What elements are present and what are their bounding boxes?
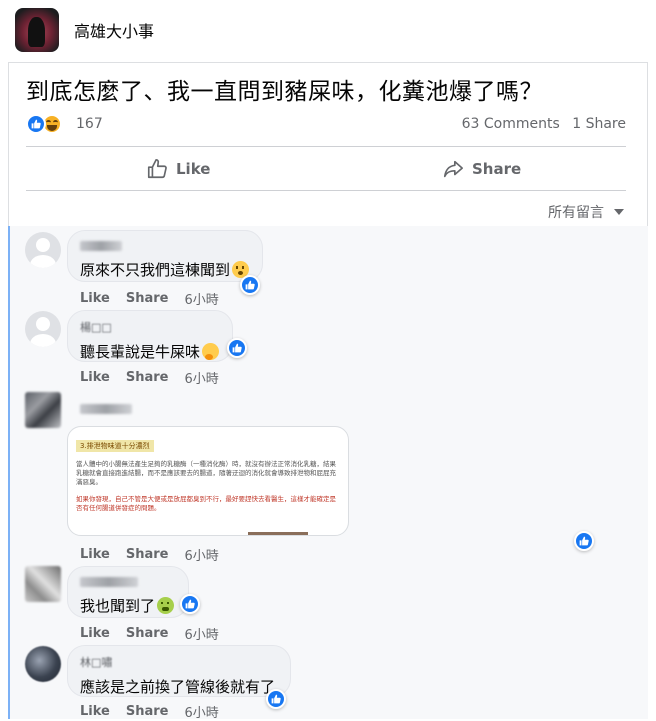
comment-like-reaction-icon[interactable] [574,531,594,551]
stats-divider [26,146,626,147]
image-paragraph: 當人體中的小腸無法產生足夠的乳糖酶（一種消化酶）時，就沒有辦法正常消化乳糖，結果… [76,460,336,486]
comment-meta: Like Share 6小時 [80,368,219,387]
thumbs-up-icon [147,159,167,179]
chevron-down-icon [614,209,624,215]
actions-divider [26,190,626,191]
comment-author[interactable]: 楊□□ [80,319,220,335]
comment-time[interactable]: 6小時 [184,289,218,308]
page-header: 高雄大小事 [0,0,656,62]
comment-meta: Like Share 6小時 [80,545,219,564]
comment-text: 我也聞到了 [80,597,175,615]
comment-avatar[interactable] [25,311,61,347]
comment-sort-dropdown[interactable]: 所有留言 [548,202,624,222]
comment-author[interactable] [80,577,138,587]
comment-text: 原來不只我們這棟聞到 [80,261,250,279]
comment-author[interactable] [80,241,122,251]
comment-like-reaction-icon[interactable] [227,338,247,358]
post-actions: Like Share [26,148,626,190]
header-divider [8,62,648,63]
comment-share-link[interactable]: Share [126,291,169,306]
post-title: 到底怎麼了、我一直問到豬屎味，化糞池爆了嗎？ [26,79,543,105]
sort-label: 所有留言 [548,205,604,221]
share-label: Share [472,160,522,178]
comment-avatar[interactable] [25,566,61,602]
comment-like-link[interactable]: Like [80,370,110,385]
comment-like-reaction-icon[interactable] [266,689,286,709]
comments-count[interactable]: 63 Comments [462,116,560,132]
comment-meta: Like Share 6小時 [80,289,219,308]
image-paragraph-warning: 如果你發現，自己不管是大便或是放屁都臭到不行，最好要趕快去看醫生，這樣才能確定是… [76,495,336,512]
comment-share-link[interactable]: Share [126,547,169,562]
comment-text: 應該是之前換了管線後就有了 [80,678,276,696]
like-button[interactable]: Like [146,148,210,190]
page-name[interactable]: 高雄大小事 [74,18,154,42]
comment-time[interactable]: 6小時 [184,624,218,643]
comment-bubble: 楊□□ 聽長輩說是牛屎味 [67,310,233,362]
like-reaction-icon[interactable] [26,114,46,134]
comment-like-reaction-icon[interactable] [240,275,260,295]
comment-bubble: 原來不只我們這棟聞到 [67,230,263,282]
comment-bubble: 林□嘯 應該是之前換了管線後就有了 [67,645,291,697]
comment-time[interactable]: 6小時 [184,368,218,387]
comment-share-link[interactable]: Share [126,370,169,385]
comment-time[interactable]: 6小時 [184,702,218,721]
comment-meta: Like Share 6小時 [80,702,219,721]
reaction-count[interactable]: 167 [76,116,103,132]
comment-text: 聽長輩說是牛屎味 [80,343,220,361]
comment-meta: Like Share 6小時 [80,624,219,643]
thinking-emoji-icon [202,343,220,360]
page-avatar[interactable] [15,8,59,52]
comment-like-link[interactable]: Like [80,291,110,306]
comment-author[interactable] [80,404,132,414]
share-icon [443,160,463,178]
comment-like-link[interactable]: Like [80,547,110,562]
comment-like-link[interactable]: Like [80,704,110,719]
comment-like-reaction-icon[interactable] [180,594,200,614]
reactions-row: 167 63 Comments 1 Share [26,112,626,136]
comment-avatar[interactable] [25,232,61,268]
image-heading: 3.排泄物味道十分濃烈 [76,440,154,452]
like-label: Like [176,160,211,178]
comment-avatar[interactable] [25,646,61,682]
comment-author[interactable]: 林□嘯 [80,654,278,670]
comment-bubble: 我也聞到了 [67,566,189,618]
share-button[interactable]: Share [442,148,521,190]
thread-indicator [8,226,10,719]
comment-share-link[interactable]: Share [126,626,169,641]
comment-share-link[interactable]: Share [126,704,169,719]
comment-time[interactable]: 6小時 [184,545,218,564]
shares-count[interactable]: 1 Share [572,116,626,132]
post-stats: 63 Comments 1 Share [462,116,626,132]
comment-image[interactable]: 3.排泄物味道十分濃烈 當人體中的小腸無法產生足夠的乳糖酶（一種消化酶）時，就沒… [67,426,349,536]
comment-like-link[interactable]: Like [80,626,110,641]
nauseated-emoji-icon [157,597,175,614]
comment-avatar[interactable] [25,392,61,428]
